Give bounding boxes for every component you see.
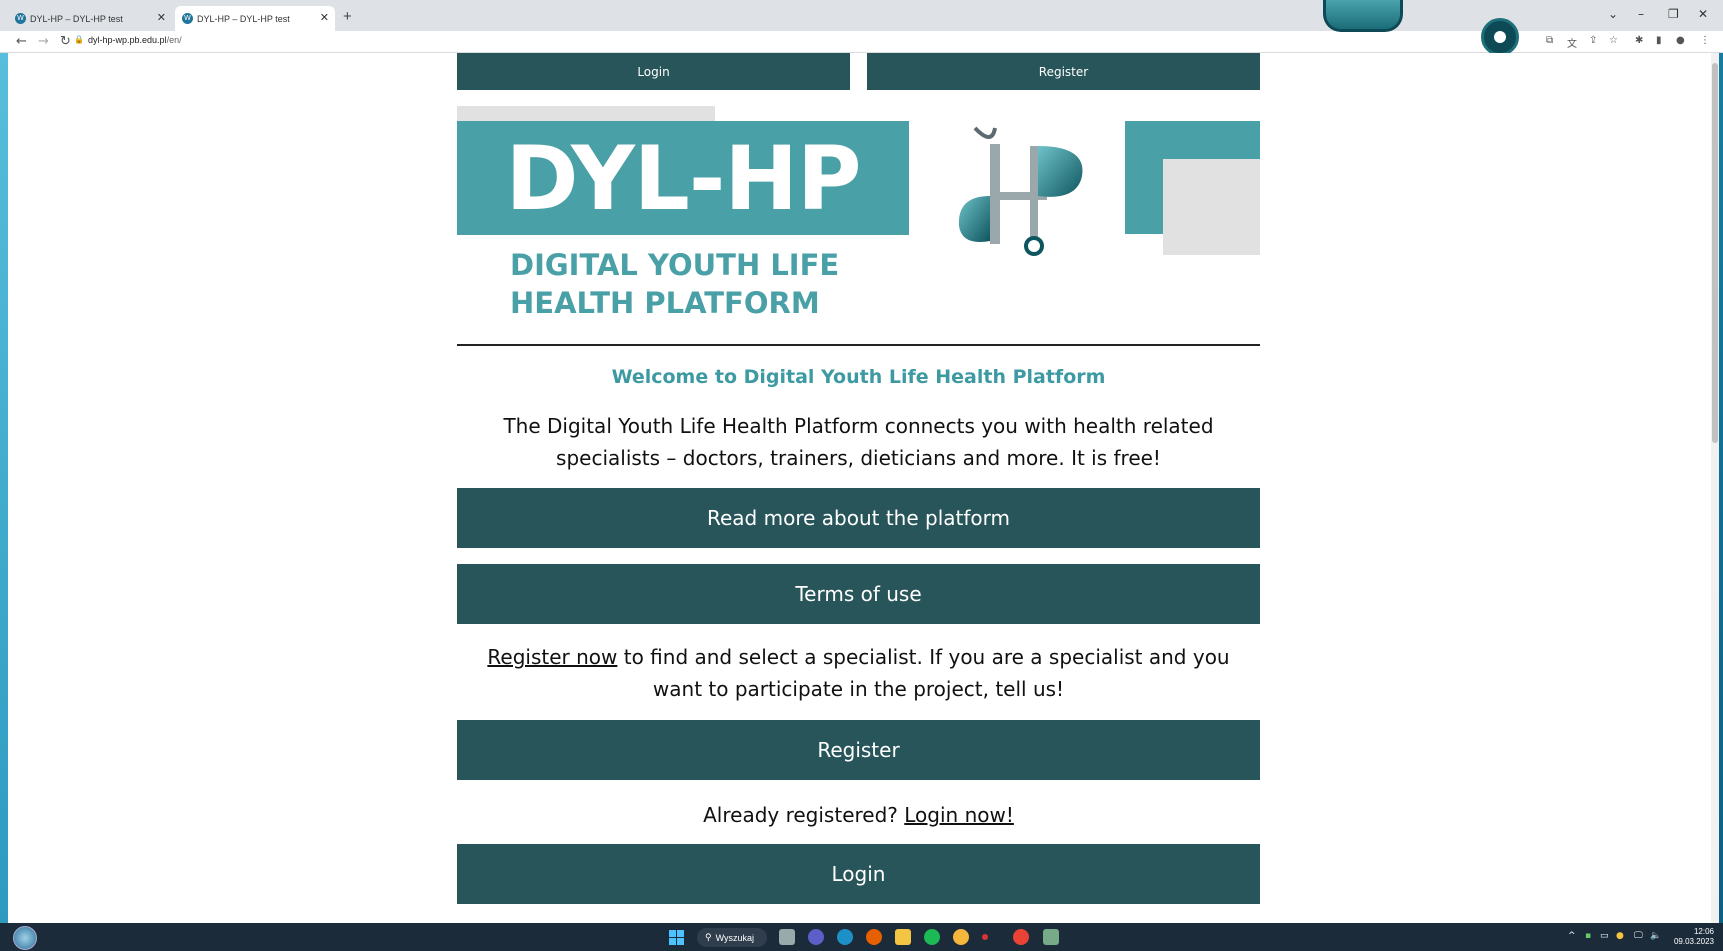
- login-button[interactable]: Login: [457, 844, 1260, 904]
- chat-icon[interactable]: [808, 929, 824, 945]
- share-icon[interactable]: ⇪: [1589, 35, 1597, 46]
- browser-tab-1[interactable]: W DYL-HP – DYL-HP test ✕: [8, 6, 172, 31]
- forward-icon[interactable]: →: [38, 34, 49, 49]
- open-in-app-icon[interactable]: ⧉: [1546, 35, 1553, 46]
- menu-icon[interactable]: ⋮: [1700, 35, 1710, 46]
- file-explorer-icon[interactable]: [895, 929, 911, 945]
- register-info-text: Register now to find and select a specia…: [457, 641, 1260, 705]
- restore-icon[interactable]: ❐: [1668, 7, 1679, 21]
- tab-title: DYL-HP – DYL-HP test: [197, 13, 290, 24]
- lock-icon: 🔒: [74, 35, 84, 44]
- url-host: dyl-hp-wp.pb.edu.pl: [88, 35, 167, 45]
- logo-decor: [457, 106, 715, 121]
- login-now-link[interactable]: Login now!: [904, 803, 1014, 827]
- chrome-icon[interactable]: [1013, 929, 1029, 945]
- volume-icon[interactable]: 🔈: [1650, 931, 1661, 941]
- already-registered-text: Already registered?: [703, 803, 905, 827]
- platform-logo: DYL-HP DIGITAL YOUTH LIFE HEALTH PLATFOR…: [457, 106, 1260, 326]
- url-path: /en/: [166, 35, 182, 45]
- browser-tab-2[interactable]: W DYL-HP – DYL-HP test ✕: [175, 6, 335, 31]
- logo-subtitle-line1: DIGITAL YOUTH LIFE: [510, 248, 840, 282]
- decorative-ring: [1481, 18, 1519, 56]
- wordpress-icon: W: [182, 13, 193, 24]
- side-panel-icon[interactable]: ▮: [1656, 35, 1662, 46]
- tab-title: DYL-HP – DYL-HP test: [30, 13, 123, 24]
- read-more-button[interactable]: Read more about the platform: [457, 488, 1260, 548]
- scrollbar-thumb[interactable]: [1712, 63, 1718, 443]
- register-button[interactable]: Register: [457, 720, 1260, 780]
- logo-decor: [1163, 159, 1260, 255]
- tray-overflow-icon[interactable]: ^: [1568, 931, 1576, 941]
- bookmark-star-icon[interactable]: ☆: [1609, 35, 1618, 46]
- page-viewport: Login Register DYL-HP DIGITAL YOUTH LIFE…: [8, 53, 1714, 923]
- app-icon[interactable]: [1043, 929, 1059, 945]
- decorative-shape: [1323, 0, 1403, 32]
- firefox-icon[interactable]: [866, 929, 882, 945]
- tray-icon[interactable]: ▪: [1585, 931, 1591, 941]
- edge-icon[interactable]: [837, 929, 853, 945]
- windows-start-icon[interactable]: [669, 930, 684, 945]
- clock[interactable]: 12:06 09.03.2023: [1668, 927, 1714, 947]
- new-tab-icon[interactable]: +: [343, 8, 352, 25]
- back-icon[interactable]: ←: [16, 34, 27, 49]
- welcome-heading: Welcome to Digital Youth Life Health Pla…: [611, 366, 1106, 388]
- register-now-link[interactable]: Register now: [487, 645, 617, 669]
- clock-date: 09.03.2023: [1673, 937, 1714, 946]
- network-icon[interactable]: 🖵: [1634, 931, 1643, 941]
- reload-icon[interactable]: ↻: [60, 34, 71, 49]
- search-icon: ⚲: [705, 932, 712, 942]
- wordpress-icon: W: [15, 13, 26, 24]
- close-tab-icon[interactable]: ✕: [320, 11, 329, 24]
- app-icon[interactable]: [13, 926, 37, 950]
- translate-icon[interactable]: 文: [1567, 35, 1577, 50]
- register-info: to find and select a specialist. If you …: [617, 645, 1230, 701]
- logo-title: DYL-HP: [457, 121, 909, 235]
- address-bar: ← → ↻ 🔒 dyl-hp-wp.pb.edu.pl/en/ ⧉ 文 ⇪ ☆ …: [0, 31, 1723, 53]
- tray-icon[interactable]: ●: [1616, 931, 1624, 941]
- task-view-icon[interactable]: [779, 929, 795, 945]
- extensions-icon[interactable]: ✱: [1635, 35, 1643, 46]
- top-login-button[interactable]: Login: [457, 53, 850, 90]
- intro-text: The Digital Youth Life Health Platform c…: [503, 414, 1214, 470]
- stethoscope-hp-icon: [958, 126, 1083, 256]
- app-icon[interactable]: [982, 934, 988, 940]
- divider: [457, 344, 1260, 346]
- close-tab-icon[interactable]: ✕: [157, 11, 166, 24]
- scrollbar[interactable]: [1711, 53, 1719, 923]
- url-field[interactable]: 🔒 dyl-hp-wp.pb.edu.pl/en/: [74, 35, 182, 45]
- spotify-icon[interactable]: [924, 929, 940, 945]
- login-prompt: Already registered? Login now!: [457, 799, 1260, 831]
- profile-icon[interactable]: ●: [1676, 35, 1685, 46]
- clock-time: 12:06: [1693, 927, 1714, 936]
- terms-button[interactable]: Terms of use: [457, 564, 1260, 624]
- close-window-icon[interactable]: ✕: [1698, 7, 1708, 21]
- tab-bar: W DYL-HP – DYL-HP test ✕ W DYL-HP – DYL-…: [0, 0, 1723, 31]
- search-label: Wyszukaj: [715, 932, 755, 943]
- taskbar-search[interactable]: ⚲ Wyszukaj: [697, 928, 767, 947]
- tab-search-icon[interactable]: ⌄: [1608, 7, 1618, 21]
- keyboard-icon[interactable]: ▭: [1600, 931, 1609, 941]
- taskbar: ⚲ Wyszukaj ^ ▪ ▭ ● 🖵 🔈 12:06 09.03.2023: [0, 923, 1723, 951]
- app-icon[interactable]: [953, 929, 969, 945]
- logo-subtitle: DIGITAL YOUTH LIFE HEALTH PLATFORM: [510, 246, 839, 322]
- top-register-button[interactable]: Register: [867, 53, 1260, 90]
- logo-subtitle-line2: HEALTH PLATFORM: [510, 286, 820, 320]
- minimize-icon[interactable]: –: [1638, 7, 1644, 21]
